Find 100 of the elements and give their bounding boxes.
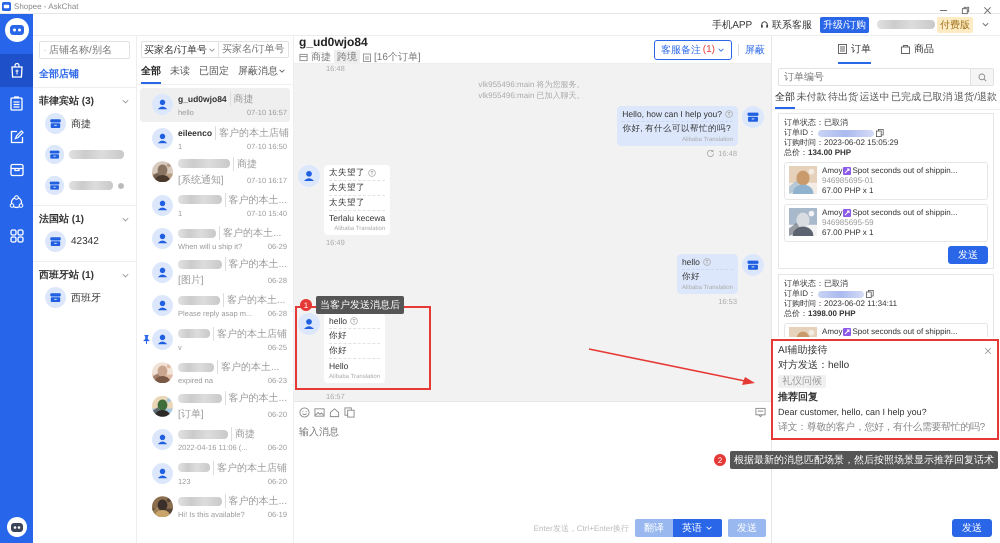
block-link[interactable]: 屏蔽	[745, 42, 765, 56]
headset-icon	[760, 20, 770, 29]
blurred-name	[178, 260, 222, 269]
shop-label: 客户的本土...	[224, 192, 287, 207]
blurred-name	[178, 296, 220, 305]
emoji-icon[interactable]	[299, 407, 310, 418]
filter-tab[interactable]: 运送中	[860, 90, 890, 109]
user-avatar-icon	[152, 228, 173, 250]
plan-badge: 付费版	[937, 16, 973, 32]
search-icon	[978, 72, 986, 82]
tag: 跨境	[334, 50, 360, 64]
send-button[interactable]: 发送	[948, 246, 988, 264]
filter-tab[interactable]: 已完成	[891, 90, 922, 109]
user-avatar-icon	[152, 429, 173, 450]
order-id-label: 订单ID：	[784, 289, 816, 299]
all-stores-link[interactable]: 全部店铺	[39, 67, 130, 81]
shop-label: 客户的本土...	[224, 494, 287, 508]
store-name: 42342	[71, 236, 99, 247]
edit-icon	[10, 130, 24, 144]
search-type-dropdown[interactable]: 买家名/订单号	[141, 41, 219, 58]
filter-tab[interactable]: 退货/退款	[954, 90, 997, 109]
search-field[interactable]: 买家名/订单号	[218, 41, 289, 58]
header-link[interactable]: 联系客服	[760, 18, 812, 32]
chat-title: g_ud0wjo84	[299, 35, 369, 49]
store-item[interactable]: 商捷	[33, 108, 136, 139]
copy-icon[interactable]	[866, 290, 874, 298]
image-icon[interactable]	[314, 407, 325, 418]
chevron-down-icon	[705, 524, 713, 532]
filter-tab[interactable]: 全部	[775, 90, 795, 109]
reply-translation: 译文：尊敬的客户，您好，有什么需要帮忙的吗?	[778, 422, 985, 433]
store-item[interactable]: 42342	[33, 226, 136, 257]
store-icon	[45, 113, 66, 134]
restore-icon[interactable]	[961, 6, 970, 15]
product-card[interactable]: Amoy Spot seconds out of shippin... 946985695-59 67.00 PHP x 1	[784, 204, 988, 242]
header-link[interactable]: 手机APP	[712, 18, 752, 32]
store-icon	[742, 254, 764, 276]
product-card[interactable]: Amoy Spot seconds out of shippin... 946985695-01 67.00 PHP x 1	[784, 162, 988, 200]
chat-icon[interactable]	[755, 407, 766, 418]
robot-logo-icon[interactable]	[4, 18, 28, 42]
blurred-name	[178, 362, 214, 372]
store-name: 商捷	[71, 118, 91, 130]
chevron-down-icon[interactable]	[981, 20, 990, 29]
label-icon	[843, 328, 852, 336]
filter-tab[interactable]: 已取消	[922, 90, 953, 109]
clipboard-icon	[10, 96, 23, 111]
translate-icon[interactable]	[350, 317, 358, 325]
store-item[interactable]: 西班牙	[33, 282, 136, 313]
store-icon	[45, 175, 64, 196]
translate-icon[interactable]	[725, 110, 733, 118]
filter-tab[interactable]: 待出货	[828, 90, 858, 109]
product-brand: Amoy	[822, 208, 842, 218]
region-heading: 菲律宾站 (3)	[39, 94, 94, 108]
close-icon[interactable]	[984, 346, 992, 354]
filter-tab[interactable]: 屏蔽消息	[238, 64, 286, 84]
blurred-name	[178, 195, 222, 204]
product-sku: 946985695-59	[822, 218, 875, 228]
blurred-name	[178, 394, 222, 403]
popup-title: AI辅助接待	[778, 345, 828, 356]
copy-icon[interactable]	[876, 129, 884, 137]
panel-tab[interactable]: 订单	[838, 36, 871, 64]
shop-label: 客户的本土店铺	[213, 460, 287, 475]
message-text: 太失望了	[329, 197, 365, 209]
shop-label: 商捷	[230, 92, 254, 106]
section-label: 推荐回复	[778, 392, 818, 403]
box-icon	[10, 162, 24, 176]
order-id-label: 订单ID：	[784, 128, 816, 138]
translate-icon[interactable]	[702, 258, 711, 266]
store-name: 西班牙	[71, 292, 101, 304]
search-field[interactable]: 订单编号	[778, 68, 971, 86]
chevron-down-icon	[278, 67, 286, 75]
notes-button[interactable]: 客服备注 (1)	[654, 40, 732, 60]
received-message: 对方发送：hello	[778, 360, 850, 371]
filter-tab[interactable]: 已固定	[199, 64, 229, 84]
order-count[interactable]: [16个订单]	[374, 50, 421, 64]
close-icon[interactable]	[983, 6, 992, 15]
language-dropdown[interactable]: 英语	[673, 519, 722, 537]
documents-icon[interactable]	[344, 407, 355, 418]
panel-tab[interactable]: 商品	[901, 36, 934, 64]
nav-item[interactable]	[0, 54, 33, 87]
blurred-account	[877, 20, 935, 29]
grid-icon	[10, 228, 24, 242]
user-avatar-icon	[298, 313, 320, 335]
product-sku: 946985695-01	[822, 176, 875, 186]
search-button[interactable]	[971, 68, 994, 86]
upgrade-button[interactable]: 升级/订购	[820, 16, 869, 32]
filter-tab[interactable]: 未付款	[796, 90, 827, 109]
shop-label: 客户的本土...	[223, 293, 286, 308]
send-button[interactable]: 发送	[952, 519, 992, 537]
blurred-name	[178, 463, 210, 472]
blurred-name	[178, 159, 230, 168]
robot-icon[interactable]	[6, 517, 26, 537]
translate-icon[interactable]	[368, 169, 376, 177]
shortcut-hint: Enter发送，Ctrl+Enter换行	[534, 522, 629, 534]
suggested-reply[interactable]: Dear customer, hello, can I help you?	[778, 407, 927, 418]
user-avatar-icon	[152, 262, 173, 283]
filter-tab[interactable]: 未读	[170, 64, 190, 84]
message-text: 你好	[329, 330, 347, 342]
filter-tab[interactable]: 全部	[141, 64, 161, 84]
blurred-name	[178, 496, 222, 506]
blurred-name	[178, 228, 216, 238]
